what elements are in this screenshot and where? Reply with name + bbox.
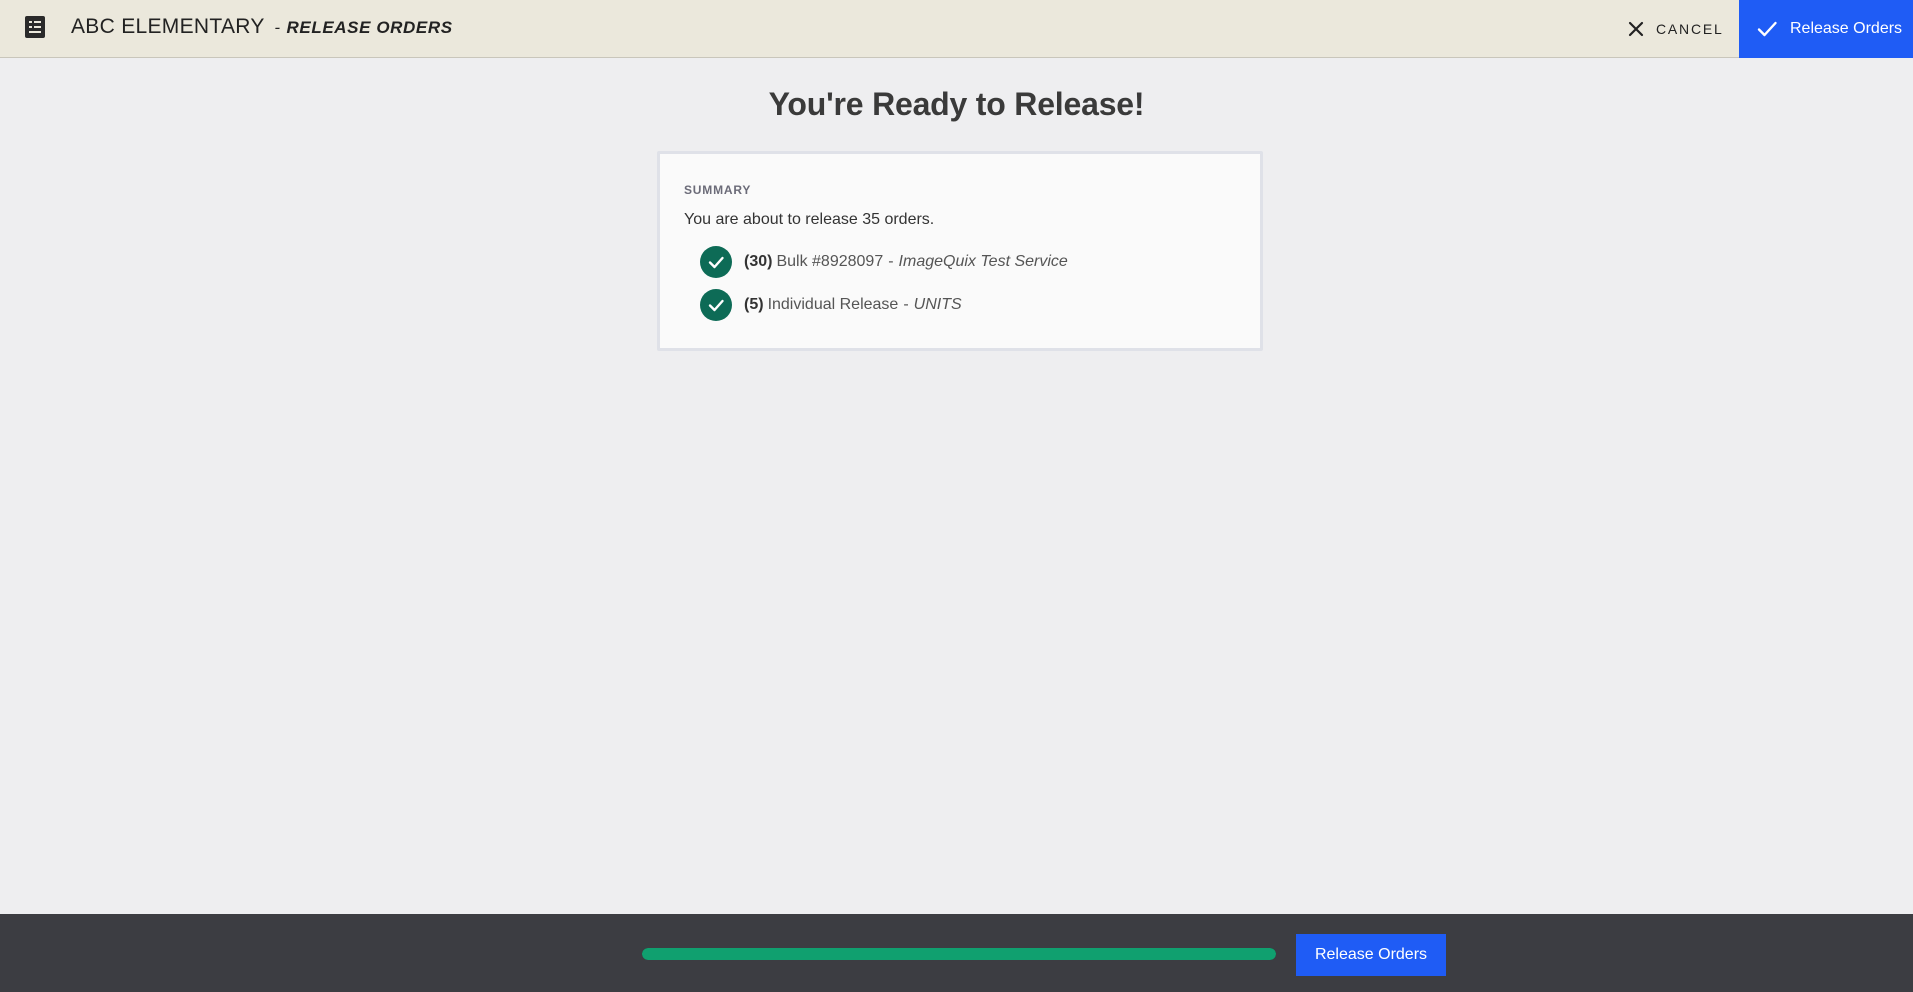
summary-item: (5) Individual Release - UNITS (700, 289, 962, 321)
check-circle-icon (700, 246, 732, 278)
footer-bar: Release Orders (0, 914, 1913, 992)
document-list-icon (25, 16, 45, 38)
item-dash: - (903, 296, 909, 313)
page-subtitle: RELEASE ORDERS (286, 18, 453, 37)
item-count: (5) (744, 296, 764, 313)
cancel-button[interactable]: CANCEL (1628, 16, 1724, 42)
school-name: ABC ELEMENTARY (71, 15, 265, 38)
item-name: Bulk #8928097 (776, 253, 884, 270)
item-dash: - (888, 253, 894, 270)
summary-heading: SUMMARY (684, 183, 752, 197)
summary-card: SUMMARY You are about to release 35 orde… (657, 151, 1263, 351)
item-count: (30) (744, 253, 773, 270)
cancel-label: CANCEL (1656, 21, 1724, 37)
item-service: UNITS (913, 296, 962, 313)
summary-item: (30) Bulk #8928097 - ImageQuix Test Serv… (700, 246, 1068, 278)
item-name: Individual Release (767, 296, 899, 313)
ready-heading: You're Ready to Release! (768, 86, 1145, 122)
item-service: ImageQuix Test Service (898, 253, 1068, 270)
title-separator: - (274, 18, 281, 37)
summary-text: You are about to release 35 orders. (684, 211, 935, 228)
top-bar: ABC ELEMENTARY - RELEASE ORDERS CANCEL R… (0, 0, 1913, 58)
release-orders-button-bottom[interactable]: Release Orders (1296, 934, 1446, 976)
check-icon (1757, 21, 1777, 37)
close-icon (1628, 21, 1644, 37)
progress-fill (642, 948, 1276, 960)
check-circle-icon (700, 289, 732, 321)
release-orders-button-top[interactable]: Release Orders (1739, 0, 1913, 58)
progress-bar (642, 948, 1276, 960)
release-orders-label: Release Orders (1790, 20, 1903, 37)
page-title-bar: ABC ELEMENTARY - RELEASE ORDERS (71, 15, 453, 39)
